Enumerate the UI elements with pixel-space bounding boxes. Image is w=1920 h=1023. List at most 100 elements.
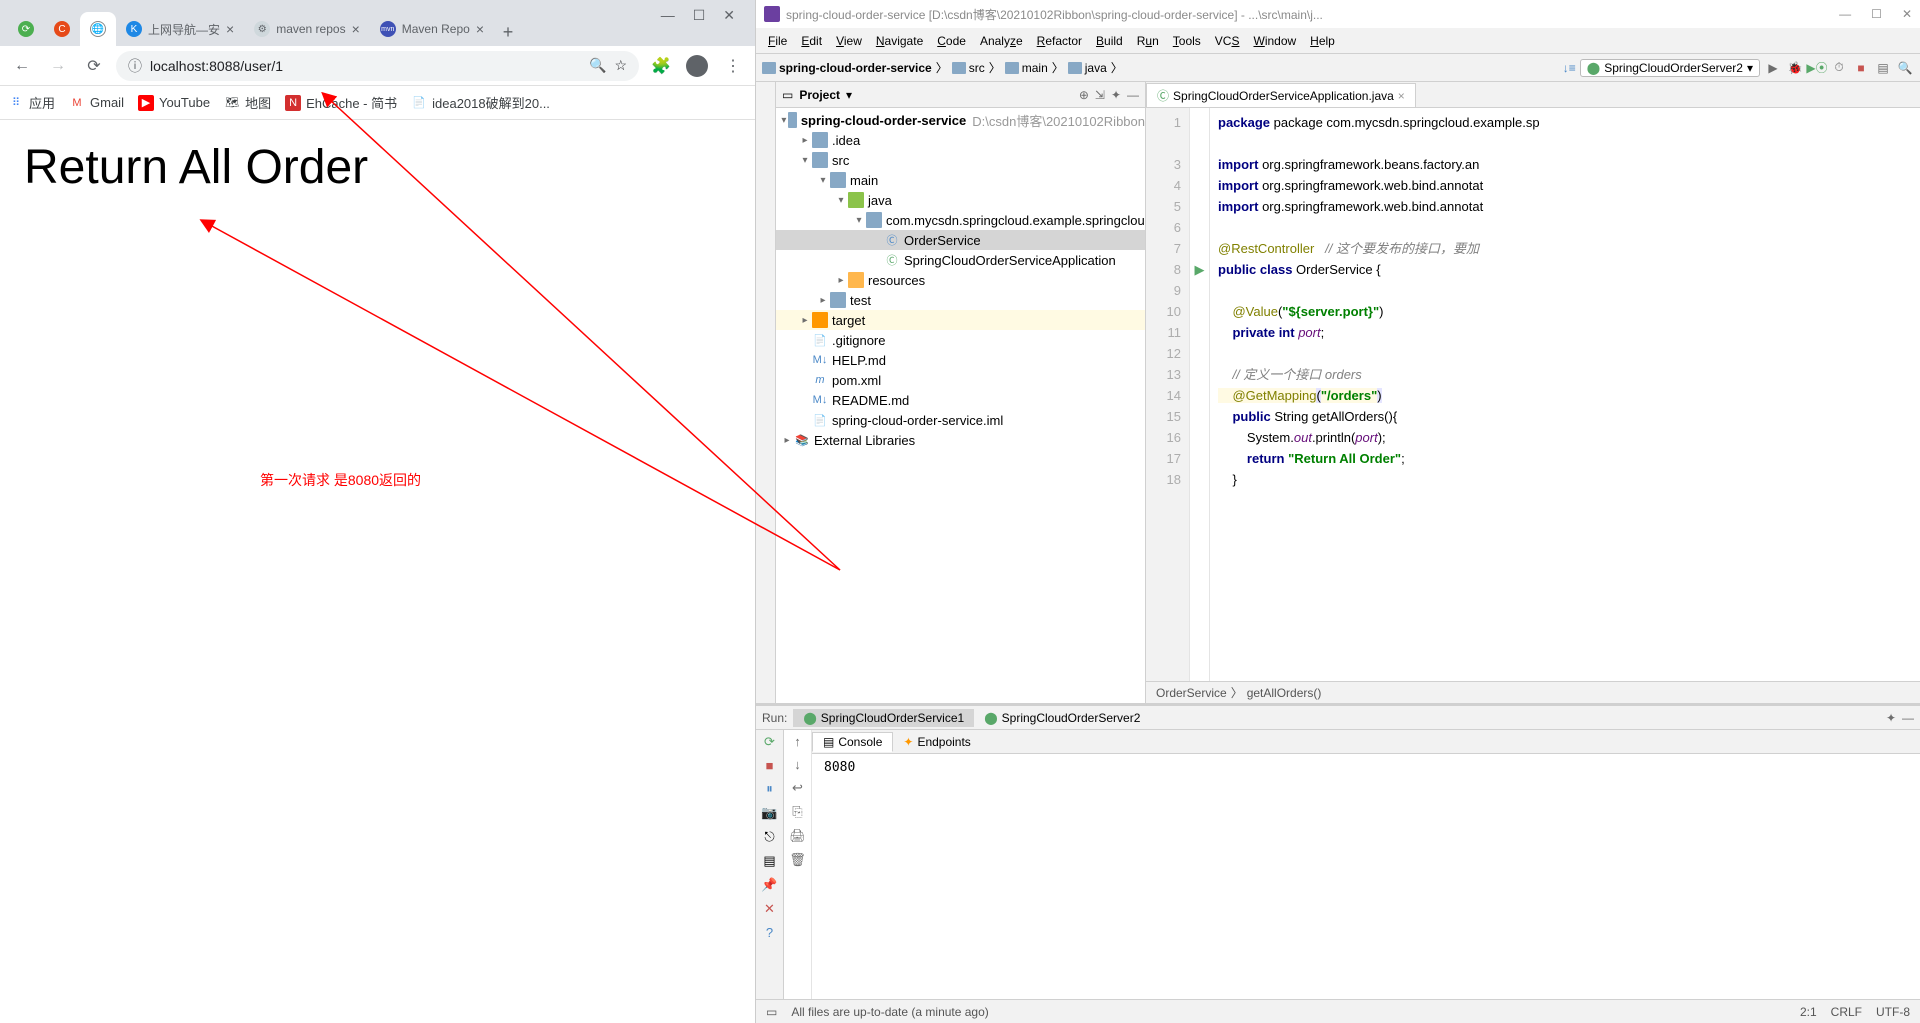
- menu-navigate[interactable]: Navigate: [870, 32, 929, 50]
- exit-button[interactable]: ⎋: [764, 829, 774, 845]
- minimize-button[interactable]: —: [661, 7, 675, 23]
- rerun-button[interactable]: ⟳: [764, 734, 775, 750]
- run-tab[interactable]: ⬤SpringCloudOrderService1: [793, 709, 974, 727]
- browser-tab[interactable]: K上网导航—安×: [116, 12, 244, 46]
- bookmark-item[interactable]: ▶YouTube: [138, 95, 210, 111]
- profile-button[interactable]: ⏱: [1830, 59, 1848, 77]
- profile-button[interactable]: [683, 52, 711, 80]
- bookmark-item[interactable]: 🗺地图: [224, 93, 271, 112]
- menu-build[interactable]: Build: [1090, 32, 1129, 50]
- run-button[interactable]: ▶: [1764, 59, 1782, 77]
- menu-help[interactable]: Help: [1304, 32, 1341, 50]
- run-tab[interactable]: ⬤SpringCloudOrderServer2: [974, 709, 1150, 727]
- annotation-text: 第一次请求 是8080返回的: [260, 470, 421, 490]
- browser-tab[interactable]: mvnMaven Repo×: [370, 12, 494, 46]
- hide-icon[interactable]: —: [1902, 711, 1914, 725]
- settings-icon[interactable]: ✦: [1111, 88, 1121, 102]
- project-tab-icon: ▭: [782, 88, 793, 102]
- project-tree[interactable]: ▾spring-cloud-order-serviceD:\csdn博客\202…: [776, 108, 1145, 703]
- gutter-icons: ▶: [1190, 108, 1210, 681]
- run-config-selector[interactable]: ⬤SpringCloudOrderServer2▾: [1580, 59, 1760, 77]
- endpoints-tab[interactable]: ✦Endpoints: [893, 733, 980, 751]
- maximize-button[interactable]: ☐: [693, 7, 706, 24]
- print-button[interactable]: 🖨: [789, 828, 806, 844]
- pause-button[interactable]: ⏸: [766, 781, 773, 797]
- run-tool-window: Run: ⬤SpringCloudOrderService1 ⬤SpringCl…: [756, 703, 1920, 999]
- page-content: Return All Order 第一次请求 是8080返回的: [0, 120, 755, 1023]
- debug-button[interactable]: 🐞: [1786, 59, 1804, 77]
- menu-code[interactable]: Code: [931, 32, 972, 50]
- address-bar[interactable]: ⓘ localhost:8088/user/1 🔍 ☆: [116, 51, 639, 81]
- pin-button[interactable]: 📌: [761, 877, 777, 893]
- stop-button[interactable]: ■: [766, 758, 774, 773]
- menu-run[interactable]: Run: [1131, 32, 1165, 50]
- help-button[interactable]: ?: [766, 925, 773, 940]
- new-tab-button[interactable]: +: [494, 18, 522, 46]
- close-icon[interactable]: ×: [352, 21, 360, 37]
- layout-button[interactable]: ▤: [763, 853, 775, 869]
- crumb[interactable]: main: [1005, 61, 1048, 75]
- close-icon[interactable]: ×: [1398, 89, 1405, 103]
- close-icon[interactable]: ×: [476, 21, 484, 37]
- bookmark-item[interactable]: NEhCache - 简书: [285, 93, 397, 112]
- close-button[interactable]: ✕: [723, 7, 735, 24]
- menu-tools[interactable]: Tools: [1167, 32, 1207, 50]
- editor-breadcrumb: OrderService〉getAllOrders(): [1146, 681, 1920, 703]
- browser-tab[interactable]: ⚙maven repos×: [244, 12, 370, 46]
- editor-tab[interactable]: ⒸSpringCloudOrderServiceApplication.java…: [1146, 83, 1416, 107]
- bookmark-item[interactable]: MGmail: [69, 95, 124, 111]
- reload-button[interactable]: ⟳: [80, 52, 108, 80]
- menu-refactor[interactable]: Refactor: [1031, 32, 1088, 50]
- menu-window[interactable]: Window: [1247, 32, 1302, 50]
- menu-edit[interactable]: Edit: [795, 32, 828, 50]
- url-text: localhost:8088/user/1: [150, 58, 283, 74]
- console-output[interactable]: 8080: [812, 754, 1920, 999]
- wrap-button[interactable]: ↩: [792, 780, 803, 796]
- chrome-toolbar: ← → ⟳ ⓘ localhost:8088/user/1 🔍 ☆ 🧩 ⋮: [0, 46, 755, 86]
- zoom-icon[interactable]: 🔍: [589, 57, 606, 74]
- menu-view[interactable]: View: [830, 32, 868, 50]
- run-header: Run: ⬤SpringCloudOrderService1 ⬤SpringCl…: [756, 706, 1920, 730]
- browser-tab[interactable]: ⟳: [8, 12, 44, 46]
- extensions-button[interactable]: 🧩: [647, 52, 675, 80]
- window-controls: — ☐ ✕: [649, 0, 747, 30]
- window-title: spring-cloud-order-service [D:\csdn博客\20…: [786, 6, 1323, 23]
- back-button[interactable]: ←: [8, 52, 36, 80]
- project-tool-window: ▭ Project▾ ⊕⇲✦— ▾spring-cloud-order-serv…: [776, 82, 1146, 703]
- bookmark-item[interactable]: 📄idea2018破解到20...: [411, 93, 550, 112]
- settings-icon[interactable]: ✦: [1886, 711, 1896, 725]
- close-icon[interactable]: ×: [226, 21, 234, 37]
- scroll-button[interactable]: ⎘: [792, 804, 802, 820]
- hide-icon[interactable]: —: [1127, 88, 1139, 102]
- minimize-button[interactable]: —: [1839, 7, 1851, 21]
- browser-tab-active[interactable]: 🌐: [80, 12, 116, 46]
- clear-button[interactable]: 🗑: [789, 852, 806, 868]
- collapse-icon[interactable]: ⇲: [1095, 88, 1105, 102]
- console-tab[interactable]: ▤Console: [812, 732, 893, 752]
- menu-vcs[interactable]: VCS: [1209, 32, 1246, 50]
- menu-analyze[interactable]: Analyze: [974, 32, 1029, 50]
- apps-button[interactable]: ⠿应用: [8, 93, 55, 112]
- close-button[interactable]: ✕: [764, 901, 775, 917]
- coverage-button[interactable]: ▶⦿: [1808, 59, 1826, 77]
- search-button[interactable]: 🔍: [1896, 59, 1914, 77]
- menu-button[interactable]: ⋮: [719, 52, 747, 80]
- stop-button[interactable]: ■: [1852, 59, 1870, 77]
- down-button[interactable]: ↓: [794, 757, 801, 772]
- target-icon[interactable]: ⊕: [1079, 88, 1089, 102]
- forward-button[interactable]: →: [44, 52, 72, 80]
- chrome-tabstrip: ⟳ C 🌐 K上网导航—安× ⚙maven repos× mvnMaven Re…: [0, 0, 755, 46]
- dump-button[interactable]: 📷: [761, 805, 777, 821]
- menu-file[interactable]: File: [762, 32, 793, 50]
- browser-tab[interactable]: C: [44, 12, 80, 46]
- crumb[interactable]: src: [952, 61, 985, 75]
- structure-button[interactable]: ▤: [1874, 59, 1892, 77]
- maximize-button[interactable]: ☐: [1871, 7, 1882, 21]
- star-icon[interactable]: ☆: [614, 57, 627, 74]
- close-button[interactable]: ✕: [1902, 7, 1912, 21]
- left-gutter: [756, 82, 776, 703]
- up-button[interactable]: ↑: [794, 734, 801, 749]
- crumb[interactable]: java: [1068, 61, 1107, 75]
- crumb[interactable]: spring-cloud-order-service: [762, 61, 932, 75]
- code-editor[interactable]: 13456789101112131415161718 ▶ package pac…: [1146, 108, 1920, 681]
